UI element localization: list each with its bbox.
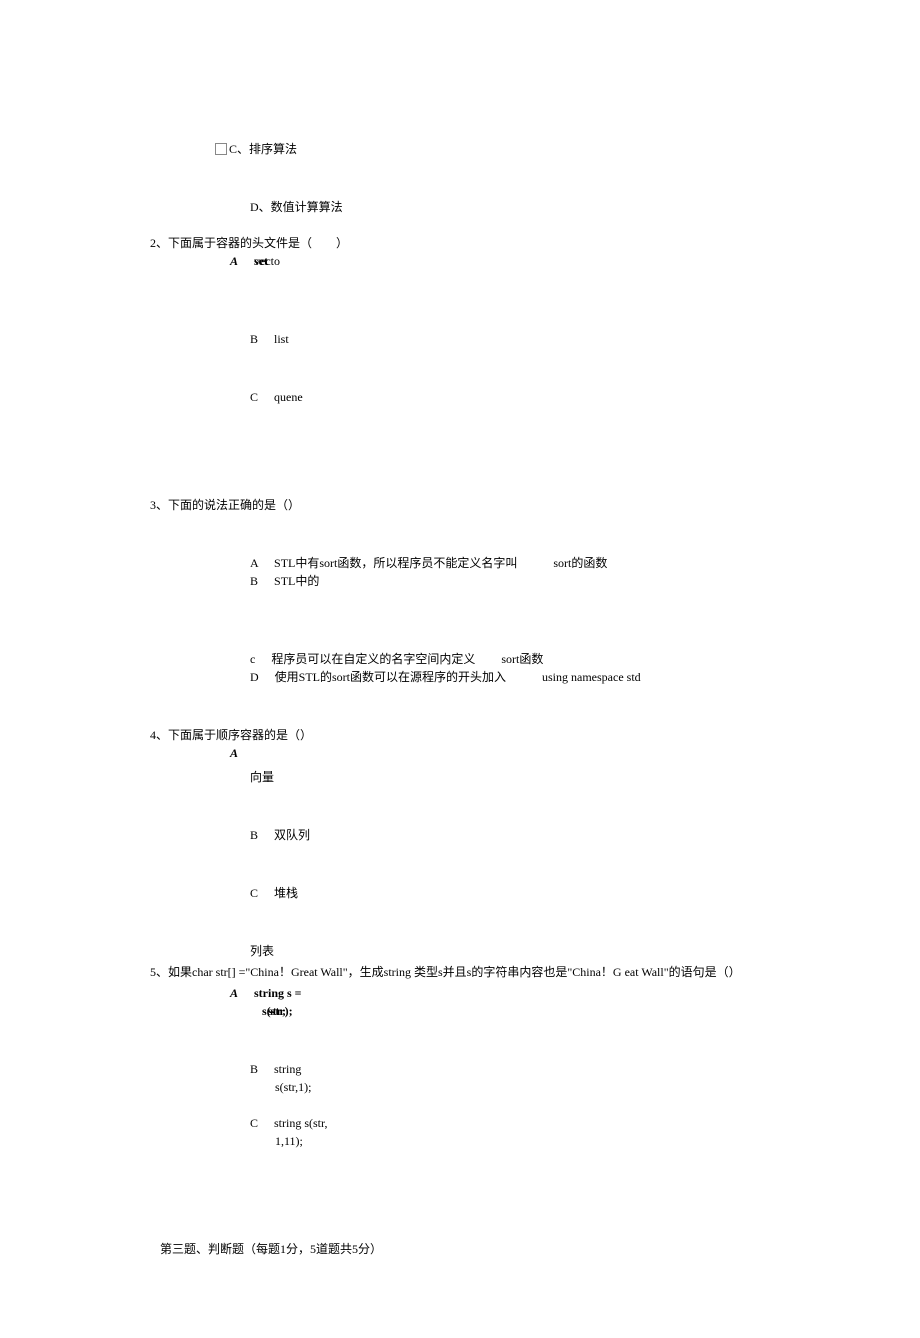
q2-optC-text: quene bbox=[274, 390, 303, 404]
q5-option-b: B string bbox=[250, 1060, 920, 1078]
q5-optC-line2-text: 1,11); bbox=[275, 1134, 303, 1148]
q3-optA-text2: sort的函数 bbox=[553, 556, 607, 570]
q4-optB-text: 双队列 bbox=[274, 828, 310, 842]
q1-optD-text: D、数值计算算法 bbox=[250, 200, 343, 214]
q4-option-a: A bbox=[230, 744, 920, 762]
q3-optB-label: B bbox=[250, 574, 258, 588]
q2-optC-label: C bbox=[250, 390, 258, 404]
q4-optD-text: 列表 bbox=[250, 944, 274, 958]
q2-optB-text: list bbox=[274, 332, 289, 346]
q5-stem: 5、如果char str[] ="China！Great Wall"，生成str… bbox=[150, 960, 920, 984]
q3-optD-text1: 使用STL的sort函数可以在源程序的开头加入 bbox=[275, 670, 506, 684]
q4-option-b: B 双队列 bbox=[250, 826, 920, 844]
q5-optA-line2b: str; bbox=[268, 1002, 286, 1020]
q5-option-b-line2: s(str,1); bbox=[275, 1078, 920, 1096]
q4-option-d: 列表 bbox=[250, 942, 920, 960]
q3-optB-text: STL中的 bbox=[274, 574, 319, 588]
q1-optC-text: C、排序算法 bbox=[229, 142, 297, 156]
q3-optA-label: A bbox=[250, 556, 258, 570]
q5-optB-line2-text: s(str,1); bbox=[275, 1080, 312, 1094]
q5-option-a-line2: s(str); str; bbox=[262, 1002, 920, 1020]
q1-option-c: C、排序算法 bbox=[215, 140, 920, 158]
q3-option-d: D 使用STL的sort函数可以在源程序的开头加入 using namespac… bbox=[250, 668, 920, 686]
q3-optc-text1: 程序员可以在自定义的名字空间内定义 bbox=[271, 652, 475, 666]
q5-stem-text: 5、如果char str[] ="China！Great Wall"，生成str… bbox=[150, 965, 741, 979]
q2-option-a: A setvecto bbox=[230, 252, 920, 270]
q4-optC-label: C bbox=[250, 886, 258, 900]
q3-option-b: B STL中的 bbox=[250, 572, 920, 590]
q3-option-c: c 程序员可以在自定义的名字空间内定义 sort函数 bbox=[250, 650, 920, 668]
q2-option-c: C quene bbox=[250, 388, 920, 406]
q2-stem: 2、下面属于容器的头文件是（ ） bbox=[150, 234, 920, 252]
section3-title-text: 第三题、判断题（每题1分，5道题共5分） bbox=[160, 1242, 382, 1256]
section3-title: 第三题、判断题（每题1分，5道题共5分） bbox=[160, 1240, 920, 1258]
q5-optB-label: B bbox=[250, 1062, 258, 1076]
q3-optD-label: D bbox=[250, 670, 259, 684]
q2-optA-text: vecto bbox=[254, 252, 280, 270]
q2-stem-text: 2、下面属于容器的头文件是（ ） bbox=[150, 236, 348, 250]
q5-optA-line1: string s = bbox=[254, 986, 302, 1000]
q3-optD-text2: using namespace std bbox=[542, 670, 641, 684]
q5-option-a: A string s = bbox=[230, 984, 920, 1002]
q3-optA-text1: STL中有sort函数，所以程序员不能定义名字叫 bbox=[274, 556, 517, 570]
q2-option-b: B list bbox=[250, 330, 920, 348]
q5-option-c: C string s(str, bbox=[250, 1114, 920, 1132]
q3-stem: 3、下面的说法正确的是（） bbox=[150, 496, 920, 514]
q4-option-c: C 堆栈 bbox=[250, 884, 920, 902]
q5-option-c-line2: 1,11); bbox=[275, 1132, 920, 1150]
q4-optA-label: A bbox=[230, 746, 238, 760]
q4-option-a-line2: 向量 bbox=[250, 768, 920, 786]
document-page: C、排序算法 D、数值计算算法 2、下面属于容器的头文件是（ ） A setve… bbox=[0, 0, 920, 1338]
q5-optB-line1: string bbox=[274, 1062, 301, 1076]
q3-optc-text2: sort函数 bbox=[501, 652, 543, 666]
q4-optA-line2-text: 向量 bbox=[250, 770, 274, 784]
checkbox-placeholder bbox=[215, 143, 227, 155]
q3-option-a: A STL中有sort函数，所以程序员不能定义名字叫 sort的函数 bbox=[250, 554, 920, 572]
q5-optA-label: A bbox=[230, 986, 238, 1000]
q4-stem: 4、下面属于顺序容器的是（） bbox=[150, 726, 920, 744]
q2-optB-label: B bbox=[250, 332, 258, 346]
q2-optA-label: A bbox=[230, 254, 238, 268]
q3-optc-label: c bbox=[250, 652, 255, 666]
q1-option-d: D、数值计算算法 bbox=[250, 198, 920, 216]
q5-optC-line1: string s(str, bbox=[274, 1116, 328, 1130]
q4-optC-text: 堆栈 bbox=[274, 886, 298, 900]
q4-stem-text: 4、下面属于顺序容器的是（） bbox=[150, 728, 312, 742]
q5-optC-label: C bbox=[250, 1116, 258, 1130]
q3-stem-text: 3、下面的说法正确的是（） bbox=[150, 498, 300, 512]
q4-optB-label: B bbox=[250, 828, 258, 842]
